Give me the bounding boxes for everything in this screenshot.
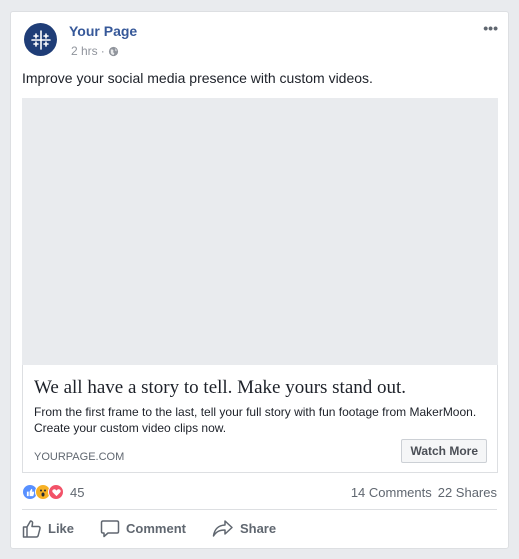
engagement-stats: 14 Comments 22 Shares xyxy=(351,485,497,500)
comments-count-link[interactable]: 14 Comments xyxy=(351,485,432,500)
comment-label: Comment xyxy=(126,521,186,536)
reactions-summary[interactable]: 45 xyxy=(22,484,84,500)
share-button[interactable]: Share xyxy=(212,519,276,538)
post-meta: 2 hrs · xyxy=(71,44,119,58)
action-bar: Like Comment Share xyxy=(22,519,302,538)
watch-more-button[interactable]: Watch More xyxy=(401,439,487,463)
page-name-link[interactable]: Your Page xyxy=(69,23,137,39)
timestamp-link[interactable]: 2 hrs xyxy=(71,44,98,58)
link-headline[interactable]: We all have a story to tell. Make yours … xyxy=(34,377,406,399)
comment-icon xyxy=(100,520,120,538)
like-label: Like xyxy=(48,521,75,536)
comment-button[interactable]: Comment xyxy=(100,519,186,538)
meta-separator: · xyxy=(100,44,105,58)
share-icon xyxy=(212,520,233,537)
globe-icon[interactable] xyxy=(108,46,119,57)
post-text: Improve your social media presence with … xyxy=(22,70,373,86)
more-options-icon[interactable]: ••• xyxy=(483,20,498,36)
logo-icon xyxy=(30,29,51,50)
page-avatar[interactable] xyxy=(24,23,57,56)
post-card: Your Page 2 hrs · ••• Improve your socia… xyxy=(10,11,509,549)
share-label: Share xyxy=(239,521,277,536)
link-preview[interactable]: We all have a story to tell. Make yours … xyxy=(22,365,498,473)
link-domain: YOURPAGE.COM xyxy=(34,451,125,463)
thumbs-up-icon xyxy=(22,520,41,538)
link-description: From the first frame to the last, tell y… xyxy=(34,405,477,435)
divider xyxy=(22,509,497,510)
reaction-count: 45 xyxy=(70,484,85,500)
video-media-placeholder[interactable] xyxy=(22,98,498,365)
shares-count-link[interactable]: 22 Shares xyxy=(438,485,497,500)
like-button[interactable]: Like xyxy=(22,519,74,538)
love-reaction-icon xyxy=(48,484,64,500)
